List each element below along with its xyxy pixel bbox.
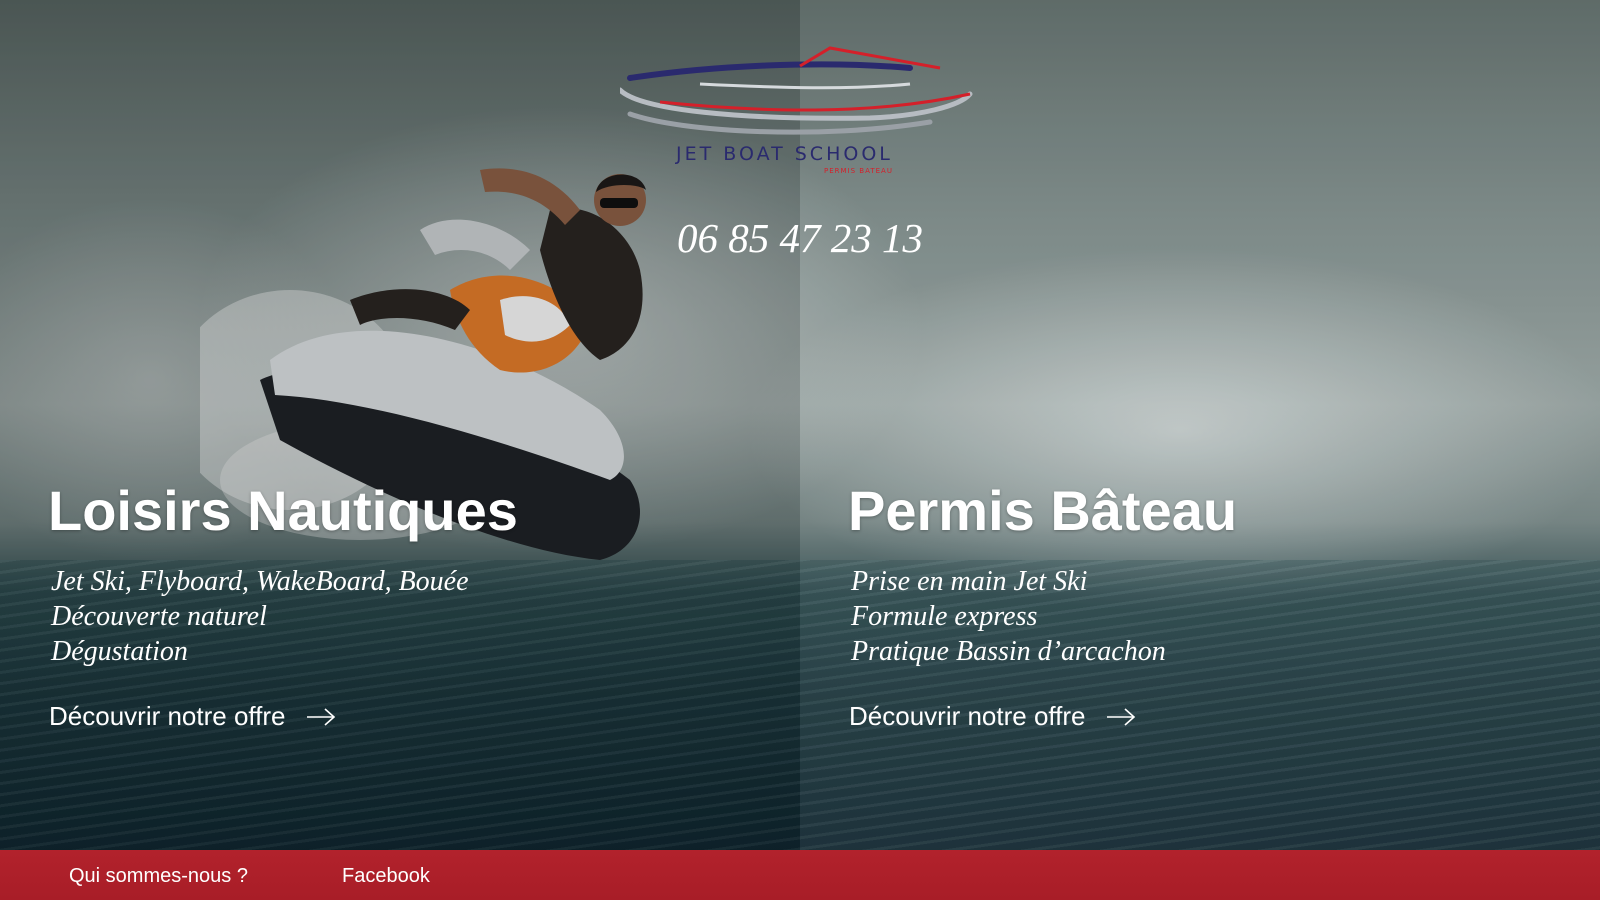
footer-link-facebook[interactable]: Facebook: [342, 865, 430, 888]
list-item: Jet Ski, Flyboard, WakeBoard, Bouée: [51, 566, 469, 597]
logo-wordmark: JET BOAT SCHOOL: [676, 143, 893, 165]
list-item: Prise en main Jet Ski: [851, 566, 1088, 597]
phone-number[interactable]: 06 85 47 23 13: [677, 214, 923, 262]
list-item: Découverte naturel: [51, 601, 267, 632]
footer-bar: Qui sommes-nous ? Facebook: [0, 850, 1600, 900]
jet-boat-school-logo[interactable]: [620, 40, 990, 195]
license-feature-list: Prise en main Jet Ski Formule express Pr…: [851, 564, 1166, 669]
cta-label: Découvrir notre offre: [49, 701, 286, 731]
cta-label: Découvrir notre offre: [849, 701, 1086, 731]
leisure-feature-list: Jet Ski, Flyboard, WakeBoard, Bouée Déco…: [51, 564, 469, 669]
footer-link-about[interactable]: Qui sommes-nous ?: [69, 865, 248, 888]
list-item: Dégustation: [51, 636, 188, 667]
section-title-leisure: Loisirs Nautiques: [48, 479, 518, 542]
logo-tagline: PERMIS BATEAU: [824, 167, 893, 175]
list-item: Pratique Bassin d’arcachon: [851, 636, 1166, 667]
arrow-right-icon: [306, 707, 335, 726]
arrow-right-icon: [1106, 707, 1135, 726]
list-item: Formule express: [851, 601, 1038, 632]
section-title-license: Permis Bâteau: [848, 479, 1238, 542]
hero-background: JET BOAT SCHOOL PERMIS BATEAU 06 85 47 2…: [0, 0, 1600, 900]
discover-leisure-offer-link[interactable]: Découvrir notre offre: [49, 701, 336, 732]
discover-license-offer-link[interactable]: Découvrir notre offre: [849, 701, 1136, 732]
